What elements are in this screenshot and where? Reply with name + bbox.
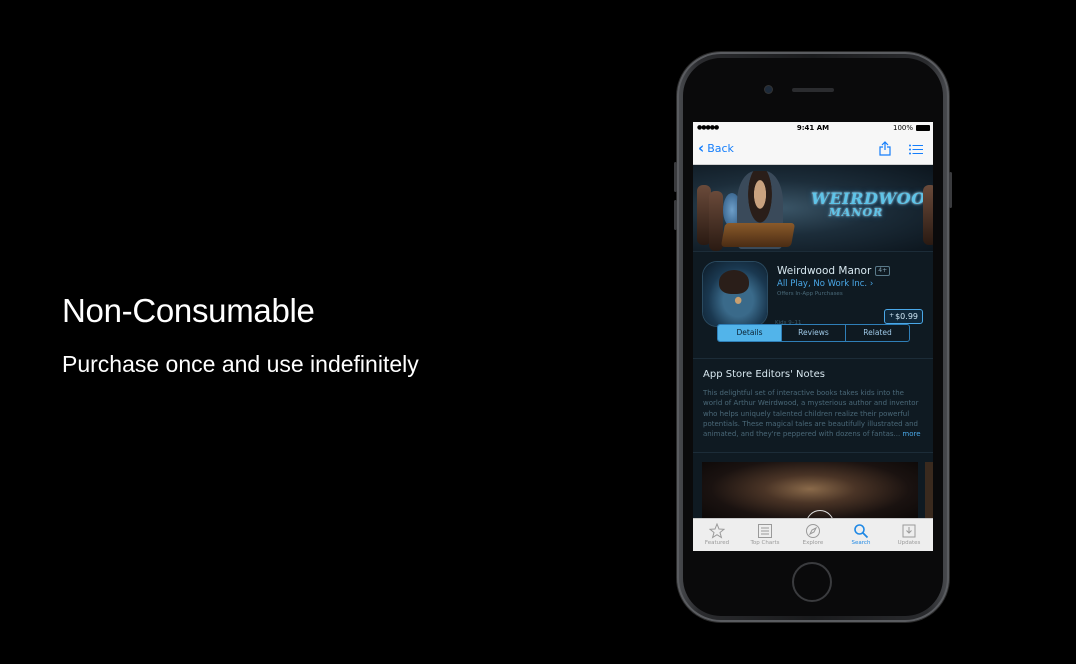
app-screenshot-next[interactable] <box>925 462 933 522</box>
editors-notes-text: This delightful set of interactive books… <box>703 389 919 439</box>
tab-label: Search <box>851 540 871 546</box>
app-name-text: Weirdwood Manor <box>777 265 872 277</box>
banner-logo: WEIRDWOOD MANOR <box>811 189 933 219</box>
price-button[interactable]: +$0.99 <box>884 309 923 324</box>
app-icon <box>703 262 767 326</box>
editors-notes-title: App Store Editors' Notes <box>703 369 825 380</box>
power-button <box>949 172 952 208</box>
banner-book <box>720 223 796 247</box>
segment-reviews[interactable]: Reviews <box>781 325 845 341</box>
download-icon <box>902 524 916 538</box>
back-button[interactable]: ‹ Back <box>698 139 734 157</box>
phone-screen: ●●●●● 9:41 AM 100% ‹ Back WEIRDWOOD MANO… <box>693 122 933 551</box>
tab-top-charts[interactable]: Top Charts <box>741 519 789 551</box>
tab-label: Top Charts <box>750 540 780 546</box>
star-icon <box>709 523 725 539</box>
tab-bar: Featured Top Charts Explore Search Updat… <box>693 518 933 551</box>
price-label: $0.99 <box>895 312 918 321</box>
segment-related[interactable]: Related <box>845 325 909 341</box>
status-bar: ●●●●● 9:41 AM 100% <box>693 122 933 135</box>
banner-character-right <box>923 185 933 245</box>
slide-title: Non-Consumable <box>62 292 315 329</box>
banner-logo-line1: WEIRDWOOD <box>811 189 933 208</box>
more-link[interactable]: more <box>902 430 920 438</box>
share-icon[interactable] <box>879 141 891 156</box>
search-icon <box>854 524 869 539</box>
divider <box>693 358 933 359</box>
divider <box>693 452 933 453</box>
slide-subtitle: Purchase once and use indefinitely <box>62 351 419 377</box>
tab-featured[interactable]: Featured <box>693 519 741 551</box>
age-rating-badge: 4+ <box>875 266 891 276</box>
front-camera <box>765 86 772 93</box>
compass-icon <box>806 524 820 538</box>
list-icon[interactable] <box>909 144 923 155</box>
tab-explore[interactable]: Explore <box>789 519 837 551</box>
tab-updates[interactable]: Updates <box>885 519 933 551</box>
app-preview-video[interactable] <box>702 462 918 538</box>
segmented-control: Details Reviews Related <box>717 324 910 342</box>
in-app-purchases-note: Offers In-App Purchases <box>777 291 843 297</box>
tab-label: Explore <box>802 540 824 546</box>
battery-icon <box>916 125 930 131</box>
app-name: Weirdwood Manor 4+ <box>777 265 891 277</box>
tab-search[interactable]: Search <box>837 519 885 551</box>
volume-down-button <box>674 200 677 230</box>
app-header: Weirdwood Manor 4+ All Play, No Work Inc… <box>693 251 933 326</box>
tab-label: Featured <box>704 540 730 546</box>
banner-logo-line2: MANOR <box>828 206 884 219</box>
price-plus: + <box>889 312 895 319</box>
home-button[interactable] <box>792 562 832 602</box>
earpiece-speaker <box>792 88 834 92</box>
volume-up-button <box>674 162 677 192</box>
developer-link[interactable]: All Play, No Work Inc. › <box>777 279 873 289</box>
tab-label: Updates <box>897 540 921 546</box>
list-icon <box>758 524 772 538</box>
back-label: Back <box>707 142 734 155</box>
battery-percent: 100% <box>892 124 913 132</box>
chevron-left-icon: ‹ <box>698 139 705 157</box>
segment-details[interactable]: Details <box>718 325 781 341</box>
editors-notes-body: This delightful set of interactive books… <box>703 388 925 439</box>
iphone-mockup: ●●●●● 9:41 AM 100% ‹ Back WEIRDWOOD MANO… <box>674 52 952 622</box>
app-banner: WEIRDWOOD MANOR <box>693 165 933 251</box>
navigation-bar: ‹ Back <box>693 135 933 165</box>
